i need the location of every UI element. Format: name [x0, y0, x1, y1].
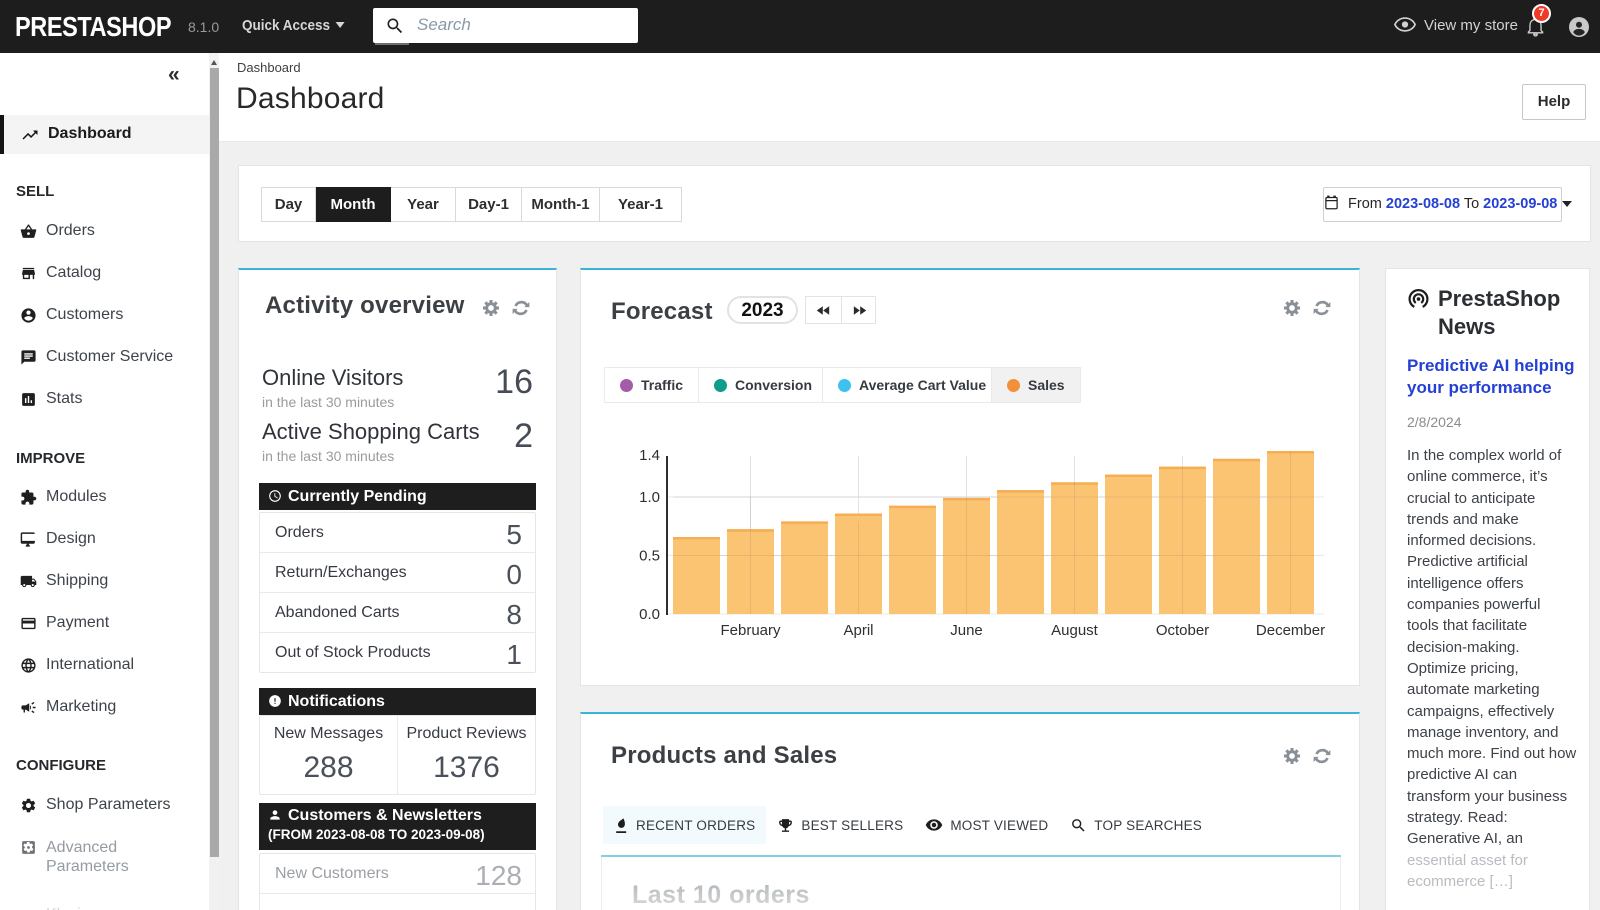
svg-text:August: August — [1051, 622, 1099, 639]
svg-text:February: February — [720, 622, 781, 639]
svg-text:April: April — [843, 622, 873, 639]
svg-text:1.0: 1.0 — [639, 489, 660, 506]
svg-text:October: October — [1156, 622, 1209, 639]
svg-text:0.5: 0.5 — [639, 548, 660, 565]
svg-text:1.4: 1.4 — [639, 447, 660, 464]
svg-text:June: June — [950, 622, 983, 639]
svg-text:December: December — [1256, 622, 1325, 639]
svg-text:0.0: 0.0 — [639, 606, 660, 623]
